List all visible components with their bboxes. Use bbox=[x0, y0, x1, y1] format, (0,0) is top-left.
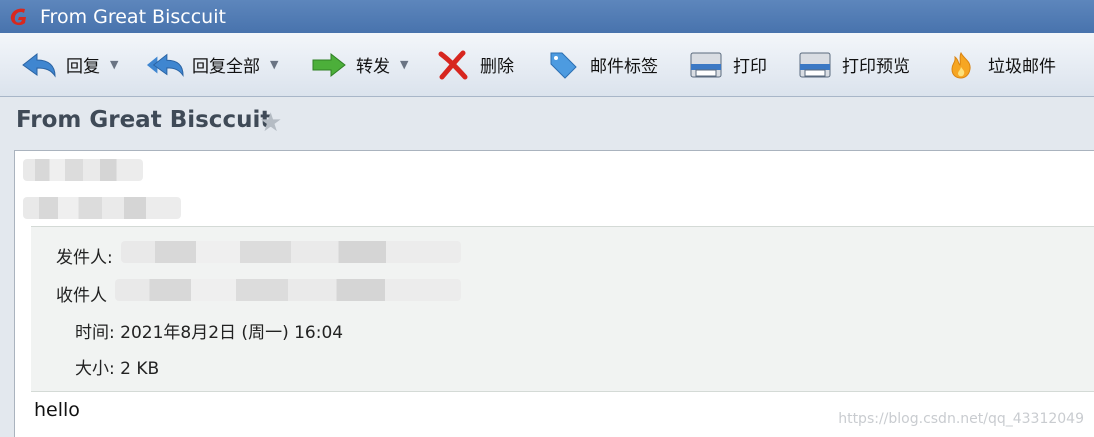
reply-all-label: 回复全部 bbox=[192, 57, 260, 77]
print-label: 打印 bbox=[733, 57, 767, 77]
delete-icon bbox=[434, 49, 472, 81]
forward-label: 转发 bbox=[356, 57, 390, 77]
reply-all-icon bbox=[146, 49, 184, 81]
reply-label: 回复 bbox=[66, 57, 100, 77]
redacted-to-value bbox=[115, 279, 461, 301]
reply-icon bbox=[20, 49, 58, 81]
reply-button[interactable]: 回复 ▼ bbox=[20, 33, 118, 96]
page-title: From Great Bisccuit bbox=[16, 107, 272, 133]
watermark: https://blog.csdn.net/qq_43312049 bbox=[838, 411, 1084, 427]
printer-icon bbox=[687, 49, 725, 81]
from-label: 发件人: bbox=[56, 248, 113, 268]
star-icon[interactable]: ★ bbox=[259, 108, 282, 138]
tag-label: 邮件标签 bbox=[590, 57, 658, 77]
print-preview-label: 打印预览 bbox=[842, 57, 910, 77]
chevron-down-icon[interactable]: ▼ bbox=[270, 58, 278, 71]
delete-label: 删除 bbox=[480, 57, 514, 77]
chevron-down-icon[interactable]: ▼ bbox=[110, 58, 118, 71]
redacted-from-value bbox=[121, 241, 461, 263]
message-headers: 发件人: 收件人 时间: 2021年8月2日 (周一) 16:04 大小: 2 … bbox=[31, 226, 1094, 392]
tag-button[interactable]: 邮件标签 bbox=[544, 33, 658, 96]
app-logo-icon bbox=[10, 8, 26, 25]
window-title: From Great Bisccuit bbox=[40, 5, 226, 28]
chevron-down-icon[interactable]: ▼ bbox=[400, 58, 408, 71]
print-preview-button[interactable]: 打印预览 bbox=[796, 33, 910, 96]
junk-label: 垃圾邮件 bbox=[988, 57, 1056, 77]
forward-icon bbox=[310, 49, 348, 81]
redacted-sender-address bbox=[23, 197, 181, 219]
junk-icon bbox=[942, 49, 980, 81]
tag-icon bbox=[544, 49, 582, 81]
reply-all-button[interactable]: 回复全部 ▼ bbox=[146, 33, 278, 96]
forward-button[interactable]: 转发 ▼ bbox=[310, 33, 408, 96]
toolbar: 回复 ▼ 回复全部 ▼ 转发 ▼ 删除 邮件标签 打印 打印预览 垃圾邮件 bbox=[0, 33, 1094, 97]
subject-bar: From Great Bisccuit bbox=[0, 97, 1094, 149]
redacted-sender-name bbox=[23, 159, 143, 181]
to-label: 收件人 bbox=[56, 286, 107, 306]
size-text: 大小: 2 KB bbox=[75, 359, 160, 379]
title-bar: From Great Bisccuit bbox=[0, 0, 1094, 33]
print-preview-icon bbox=[796, 49, 834, 81]
junk-button[interactable]: 垃圾邮件 bbox=[942, 33, 1056, 96]
delete-button[interactable]: 删除 bbox=[434, 33, 514, 96]
time-text: 时间: 2021年8月2日 (周一) 16:04 bbox=[75, 323, 344, 343]
message-panel: 发件人: 收件人 时间: 2021年8月2日 (周一) 16:04 大小: 2 … bbox=[14, 150, 1094, 437]
message-body: hello bbox=[34, 399, 80, 421]
print-button[interactable]: 打印 bbox=[687, 33, 767, 96]
